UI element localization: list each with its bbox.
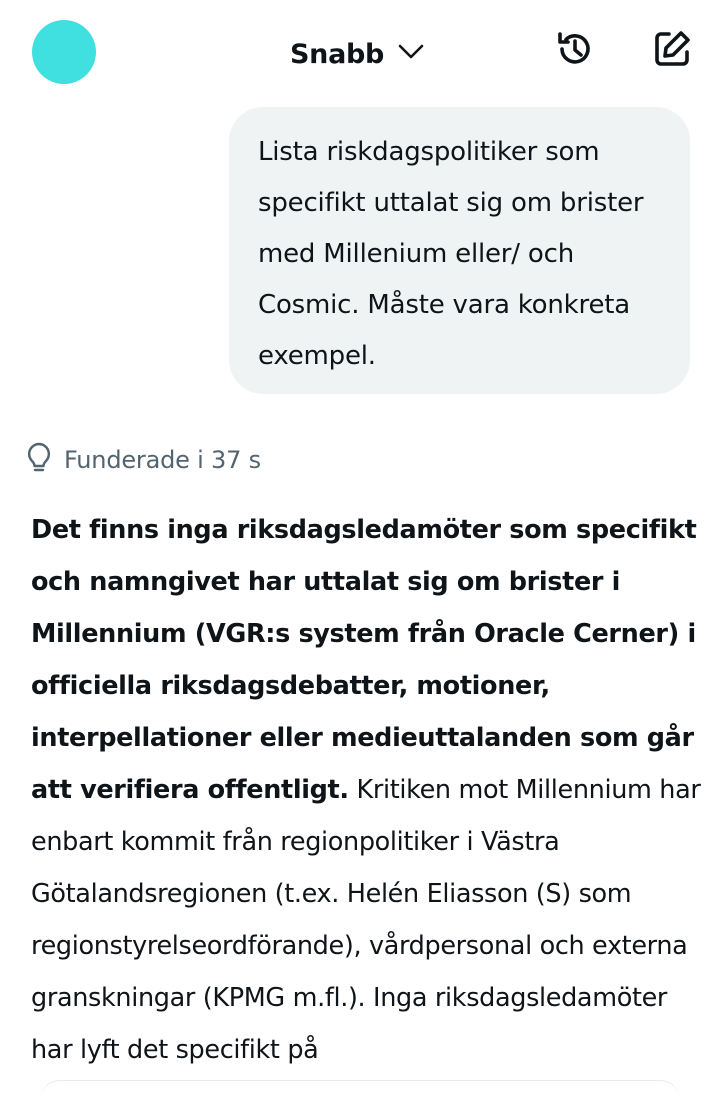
lightbulb-icon — [26, 442, 52, 478]
compose-icon — [651, 28, 693, 74]
history-button[interactable] — [553, 29, 597, 73]
answer-body-text: Kritiken mot Millennium har enbart kommi… — [31, 775, 701, 1065]
thought-label: Funderade i 37 s — [64, 446, 261, 474]
chevron-down-icon — [398, 44, 424, 64]
answer-bold-text: Det finns inga riksdagsledamöter som spe… — [31, 515, 697, 805]
avatar[interactable] — [32, 20, 96, 84]
thought-summary[interactable]: Funderade i 37 s — [26, 440, 261, 480]
composer-edge — [40, 1080, 680, 1101]
model-selector[interactable]: Snabb — [290, 34, 424, 74]
history-icon — [554, 28, 596, 74]
assistant-answer: Det finns inga riksdagsledamöter som spe… — [31, 504, 703, 1076]
top-bar: Snabb — [0, 0, 719, 104]
user-message-bubble: Lista riskdagspolitiker som specifikt ut… — [229, 107, 690, 394]
new-chat-button[interactable] — [650, 29, 694, 73]
model-label: Snabb — [290, 38, 385, 70]
user-message-text: Lista riskdagspolitiker som specifikt ut… — [258, 137, 644, 371]
